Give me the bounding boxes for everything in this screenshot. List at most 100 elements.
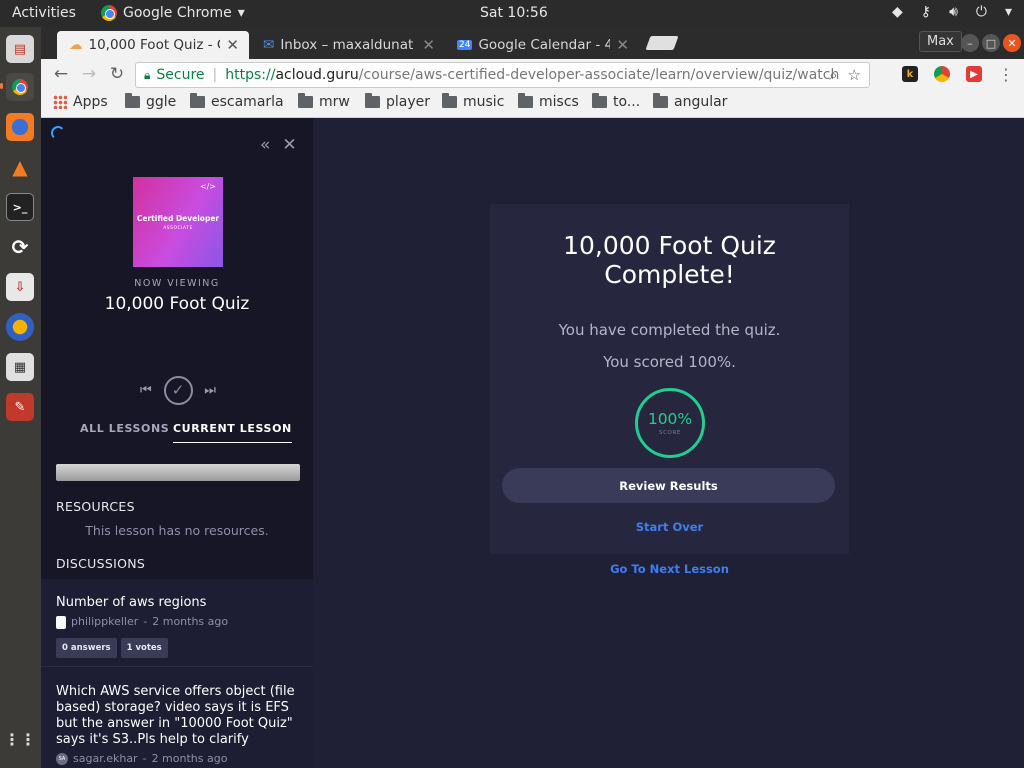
menu-kebab-icon[interactable]: ⋮: [994, 62, 1018, 86]
system-top-bar: Activities Google Chrome ▾ Sat 10:56 ◆ ⚷…: [0, 0, 1024, 27]
previous-lesson-icon[interactable]: ⏮: [140, 383, 152, 398]
bookmark-apps[interactable]: Apps: [53, 94, 108, 110]
files-icon[interactable]: ▤: [6, 35, 34, 63]
extension-k-icon[interactable]: k: [902, 66, 918, 82]
review-results-button[interactable]: Review Results: [502, 468, 835, 503]
close-window-button[interactable]: ✕: [1003, 34, 1021, 52]
bookmark-label: player: [386, 94, 431, 110]
page-content: « ✕ </> Certified Developer ASSOCIATE NO…: [41, 118, 1024, 768]
collapse-sidebar-icon[interactable]: «: [260, 135, 270, 155]
volume-icon[interactable]: 🔊︎: [949, 4, 958, 20]
audio-player-icon[interactable]: [6, 313, 34, 341]
forward-button[interactable]: →: [77, 62, 101, 86]
bookmark-label: music: [463, 94, 505, 110]
transmission-icon[interactable]: ⇩: [6, 273, 34, 301]
bookmark-label: angular: [674, 94, 728, 110]
tab-strip: ☁ 10,000 Foot Quiz - C ✕ ✉ Inbox – maxal…: [41, 27, 1024, 59]
reload-button[interactable]: ↻: [105, 62, 129, 86]
zoom-icon[interactable]: ⌕: [829, 66, 837, 84]
course-thumbnail: </> Certified Developer ASSOCIATE: [133, 177, 223, 267]
tab-all-lessons[interactable]: ALL LESSONS: [80, 422, 169, 435]
bookmark-folder[interactable]: miscs: [518, 93, 579, 110]
bookmarks-bar: Apps ggle escamarla mrw player music mis…: [41, 89, 1024, 118]
chevron-down-icon[interactable]: ▾: [1005, 4, 1012, 20]
vlc-icon[interactable]: ▲: [6, 153, 34, 181]
discussion-title[interactable]: Number of aws regions: [56, 595, 301, 611]
app-menu[interactable]: Google Chrome ▾: [101, 5, 245, 21]
tab-title: Inbox – maxaldunat: [280, 37, 414, 53]
list-item[interactable]: Number of aws regions philippkeller - 2 …: [56, 595, 301, 658]
chrome-icon: [101, 5, 117, 21]
show-apps-icon[interactable]: ⋮⋮: [4, 725, 36, 753]
quiz-title: 10,000 Foot Quiz Complete!: [490, 231, 849, 289]
lesson-sidebar: « ✕ </> Certified Developer ASSOCIATE NO…: [41, 118, 313, 768]
avatar: SA: [56, 753, 68, 765]
code-icon: </>: [199, 182, 216, 191]
software-updater-icon[interactable]: ⟳: [6, 233, 34, 261]
bookmark-folder[interactable]: angular: [653, 93, 728, 110]
discussion-author[interactable]: philippkeller: [71, 614, 138, 630]
dropbox-icon[interactable]: ◆: [892, 4, 903, 20]
extension-video-icon[interactable]: ▶: [966, 66, 982, 82]
tab-calendar[interactable]: 24 Google Calendar - 4 ✕: [445, 31, 639, 59]
complete-check-icon[interactable]: ✓: [163, 375, 193, 405]
bookmark-folder[interactable]: ggle: [125, 93, 177, 110]
folder-icon: [298, 93, 313, 108]
completed-text: You have completed the quiz.: [558, 321, 781, 339]
url-path: /course/aws-certified-developer-associat…: [358, 67, 840, 83]
list-item[interactable]: Which AWS service offers object (file ba…: [56, 684, 301, 767]
discussion-author[interactable]: sagar.ekhar: [73, 751, 138, 767]
close-icon[interactable]: ✕: [282, 135, 296, 155]
tab-inbox[interactable]: ✉ Inbox – maxaldunat ✕: [251, 31, 445, 59]
activities-button[interactable]: Activities: [12, 5, 76, 21]
bookmark-star-icon[interactable]: ☆: [848, 66, 861, 84]
start-over-link[interactable]: Start Over: [490, 520, 849, 534]
close-icon[interactable]: ✕: [226, 36, 239, 54]
cloud-icon: ☁: [69, 37, 83, 53]
thumbnail-subtitle: ASSOCIATE: [163, 225, 193, 231]
tab-current-lesson[interactable]: CURRENT LESSON: [173, 422, 292, 443]
close-icon[interactable]: ✕: [422, 36, 435, 54]
video-editor-icon[interactable]: ▦: [6, 353, 34, 381]
next-lesson-icon[interactable]: ⏭: [204, 383, 216, 398]
quiz-title-line2: Complete!: [604, 260, 735, 289]
bookmark-folder[interactable]: player: [365, 93, 431, 110]
close-icon[interactable]: ✕: [616, 36, 629, 54]
folder-icon: [190, 93, 205, 108]
new-tab-button[interactable]: [645, 36, 679, 50]
url-host: acloud.guru: [275, 67, 359, 83]
next-lesson-link[interactable]: Go To Next Lesson: [490, 562, 849, 576]
extension-color-icon[interactable]: [934, 66, 950, 82]
lesson-progress-bar: [56, 464, 300, 481]
maximize-button[interactable]: □: [982, 34, 1000, 52]
tab-quiz[interactable]: ☁ 10,000 Foot Quiz - C ✕: [57, 31, 249, 59]
discussion-age: 2 months ago: [152, 615, 229, 628]
dock: ▤ ▲ >_ ⟳ ⇩ ▦ ✎ ⋮⋮: [0, 27, 41, 768]
bookmark-label: ggle: [146, 94, 177, 110]
discussion-title[interactable]: Which AWS service offers object (file ba…: [56, 684, 301, 748]
bookmark-label: to...: [613, 94, 641, 110]
network-icon[interactable]: ⚷: [921, 4, 931, 20]
bookmark-folder[interactable]: to...: [592, 93, 641, 110]
back-button[interactable]: ←: [49, 62, 73, 86]
settings-tool-icon[interactable]: ✎: [6, 393, 34, 421]
tab-title: Google Calendar - 4: [478, 37, 611, 53]
clock[interactable]: Sat 10:56: [480, 5, 548, 21]
minimize-button[interactable]: –: [961, 34, 979, 52]
bookmark-folder[interactable]: mrw: [298, 93, 350, 110]
active-indicator: [0, 83, 3, 89]
quiz-title-line1: 10,000 Foot Quiz: [563, 231, 776, 260]
firefox-icon[interactable]: [6, 113, 34, 141]
profile-button[interactable]: Max: [919, 31, 962, 52]
chrome-icon: [12, 79, 28, 95]
chrome-dock-icon[interactable]: [6, 73, 34, 101]
power-icon[interactable]: ⏻: [976, 4, 987, 20]
system-tray[interactable]: ◆ ⚷ 🔊︎ ⏻ ▾: [892, 4, 1012, 20]
meta-separator: -: [142, 752, 147, 765]
secure-label: Secure: [156, 67, 205, 83]
bookmark-folder[interactable]: escamarla: [190, 93, 284, 110]
no-resources-text: This lesson has no resources.: [85, 523, 269, 538]
terminal-icon[interactable]: >_: [6, 193, 34, 221]
address-bar[interactable]: 🔒︎ Secure | https://acloud.guru/course/a…: [135, 62, 870, 88]
bookmark-folder[interactable]: music: [442, 93, 505, 110]
